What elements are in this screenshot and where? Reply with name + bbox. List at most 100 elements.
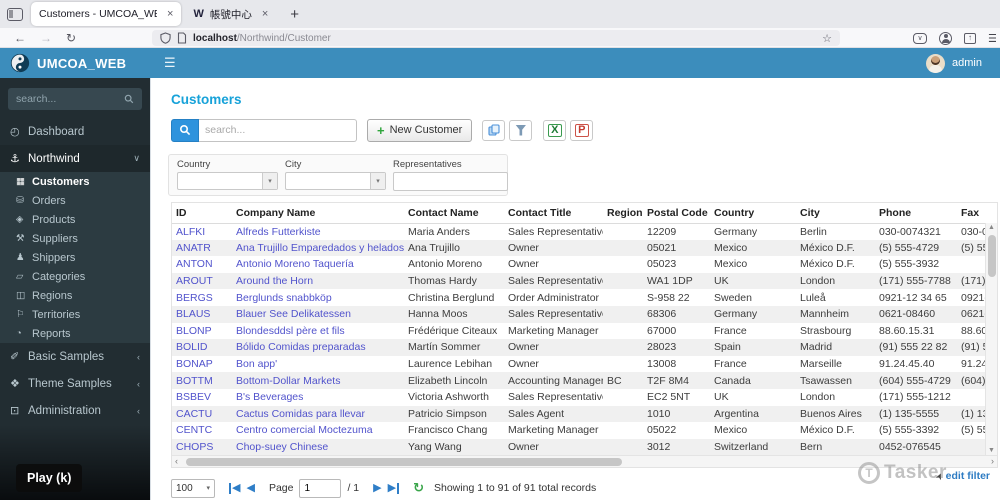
scroll-left-icon[interactable]: ‹ (175, 456, 178, 467)
column-header-contact-title[interactable]: Contact Title (504, 203, 603, 224)
account-icon[interactable] (939, 31, 952, 45)
sidebar-item-regions[interactable]: ◫ Regions (0, 286, 150, 305)
url-bar[interactable]: localhost/Northwind/Customer ☆ (152, 30, 840, 46)
new-tab-button[interactable]: + (290, 6, 299, 23)
back-icon[interactable]: ← (14, 31, 26, 45)
sidebar-search[interactable] (8, 88, 142, 110)
refresh-icon[interactable]: ↻ (413, 480, 424, 496)
chevron-down-icon[interactable]: ▾ (262, 173, 277, 189)
cell-id[interactable]: AROUT (172, 273, 232, 290)
filter-select-city[interactable]: ▾ (285, 172, 386, 190)
scroll-right-icon[interactable]: › (991, 456, 994, 467)
bookmark-star-icon[interactable]: ☆ (822, 32, 832, 45)
scroll-up-icon[interactable]: ▲ (986, 224, 997, 231)
sidebar-item-dashboard[interactable]: ◴ Dashboard (0, 118, 150, 145)
cell-id[interactable]: CENTC (172, 422, 232, 439)
cell-id[interactable]: CHOPS (172, 439, 232, 455)
cell-id[interactable]: BERGS (172, 289, 232, 306)
firefox-view-icon[interactable] (7, 7, 23, 21)
prev-page-button[interactable]: ◀ (246, 482, 254, 494)
sidebar-item-customers[interactable]: ▦ Customers (0, 172, 150, 191)
cell-company-name[interactable]: Antonio Moreno Taquería (232, 256, 404, 273)
table-row[interactable]: CHOPS Chop-suey Chinese Yang Wang Owner 3012… (172, 438, 985, 455)
table-row[interactable]: AROUT Around the Horn Thomas Hardy Sales Re… (172, 272, 985, 290)
cell-id[interactable]: BLAUS (172, 306, 232, 323)
cell-id[interactable]: BOLID (172, 339, 232, 356)
forward-icon[interactable]: → (40, 31, 52, 45)
column-header-country[interactable]: Country (710, 203, 796, 224)
sidebar-item-shippers[interactable]: ♟ Shippers (0, 248, 150, 267)
sidebar-item-orders[interactable]: ⛁ Orders (0, 191, 150, 210)
table-row[interactable]: BONAP Bon app' Laurence Lebihan Owner 13008 F… (172, 356, 985, 373)
sidebar-toggle-icon[interactable]: ☰ (164, 55, 176, 71)
sidebar-item-northwind[interactable]: ⚓ Northwind ∨ (0, 145, 150, 172)
column-header-city[interactable]: City (796, 203, 875, 224)
table-row[interactable]: BSBEV B's Beverages Victoria Ashworth Sales… (172, 389, 985, 406)
cell-id[interactable]: BLONP (172, 323, 232, 340)
cell-company-name[interactable]: Bottom-Dollar Markets (232, 372, 404, 389)
page-number-input[interactable] (299, 478, 342, 498)
sidebar-item-administration[interactable]: ⊡ Administration ‹ (0, 397, 150, 424)
cell-id[interactable]: ALFKI (172, 223, 232, 240)
sidebar-item-reports[interactable]: ◔ Reports (0, 324, 150, 343)
column-header-contact-name[interactable]: Contact Name (404, 203, 504, 224)
cell-company-name[interactable]: Bólido Comidas preparadas (232, 339, 404, 356)
cell-id[interactable]: ANTON (172, 256, 232, 273)
cell-company-name[interactable]: Chop-suey Chinese (232, 439, 404, 455)
search-button[interactable] (171, 118, 199, 142)
copy-button[interactable] (482, 119, 506, 141)
close-icon[interactable]: × (262, 8, 268, 20)
table-row[interactable]: CACTU Cactus Comidas para llevar Patricio … (172, 405, 985, 423)
table-row[interactable]: CENTC Centro comercial Moctezuma Francisco… (172, 422, 985, 439)
cell-company-name[interactable]: Around the Horn (232, 273, 404, 290)
cell-id[interactable]: BONAP (172, 356, 232, 373)
table-row[interactable]: BOTTM Bottom-Dollar Markets Elizabeth Linc… (172, 372, 985, 389)
cell-company-name[interactable]: B's Beverages (232, 389, 404, 406)
chevron-down-icon[interactable]: ▾ (370, 173, 385, 189)
close-icon[interactable]: × (167, 8, 173, 20)
share-icon[interactable]: ↑ (964, 32, 976, 44)
vertical-scroll-thumb[interactable] (987, 235, 996, 277)
table-row[interactable]: ANATR Ana Trujillo Emparedados y helados A… (172, 239, 985, 257)
cell-id[interactable]: ANATR (172, 240, 232, 257)
cell-id[interactable]: BOTTM (172, 372, 232, 389)
browser-tab-account-center[interactable]: W 帳號中心 × (185, 2, 276, 26)
reload-icon[interactable]: ↻ (66, 31, 76, 45)
sidebar-search-input[interactable] (16, 93, 124, 105)
sidebar-item-products[interactable]: ◈ Products (0, 210, 150, 229)
user-menu[interactable]: admin (926, 53, 1000, 73)
new-customer-button[interactable]: + New Customer (367, 118, 473, 142)
excel-export-button[interactable]: X (543, 119, 567, 141)
cell-company-name[interactable]: Centro comercial Moctezuma (232, 422, 404, 439)
scroll-down-icon[interactable]: ▼ (986, 447, 997, 454)
edit-filter-label[interactable]: edit filter (946, 470, 990, 482)
cell-company-name[interactable]: Bon app' (232, 356, 404, 373)
grid-search-input[interactable] (199, 118, 357, 142)
filter-select-country[interactable]: ▾ (177, 172, 278, 190)
sidebar-item-categories[interactable]: ▱ Categories (0, 267, 150, 286)
table-row[interactable]: ANTON Antonio Moreno Taquería Antonio More… (172, 256, 985, 273)
column-header-region[interactable]: Region (603, 203, 643, 224)
browser-tab-customers[interactable]: Customers - UMCOA_WEB × (31, 2, 182, 26)
cell-company-name[interactable]: Blondesddsl père et fils (232, 323, 404, 340)
column-header-phone[interactable]: Phone (875, 203, 957, 224)
sidebar-item-theme-samples[interactable]: ❖ Theme Samples ‹ (0, 370, 150, 397)
filter-button[interactable] (509, 119, 533, 141)
cell-company-name[interactable]: Berglunds snabbköp (232, 289, 404, 306)
column-header-postal-code[interactable]: Postal Code (643, 203, 710, 224)
pdf-export-button[interactable]: P (570, 119, 594, 141)
last-page-button[interactable]: ▶ (388, 482, 400, 494)
first-page-button[interactable]: ◀ (229, 482, 240, 494)
table-row[interactable]: BLONP Blondesddsl père et fils Frédérique … (172, 323, 985, 340)
sidebar-item-suppliers[interactable]: ⚒ Suppliers (0, 229, 150, 248)
cell-company-name[interactable]: Ana Trujillo Emparedados y helados (232, 240, 404, 257)
horizontal-scroll-thumb[interactable] (186, 458, 622, 466)
next-page-button[interactable]: ▶ (373, 482, 381, 494)
cell-company-name[interactable]: Cactus Comidas para llevar (232, 406, 404, 423)
column-header-id[interactable]: ID (172, 203, 232, 224)
vertical-scrollbar[interactable]: ▲ ▼ (985, 223, 997, 455)
column-header-company-name[interactable]: Company Name (232, 203, 404, 224)
table-row[interactable]: BERGS Berglunds snabbköp Christina Berglun… (172, 289, 985, 306)
cell-company-name[interactable]: Blauer See Delikatessen (232, 306, 404, 323)
column-header-fax[interactable]: Fax (957, 203, 985, 224)
